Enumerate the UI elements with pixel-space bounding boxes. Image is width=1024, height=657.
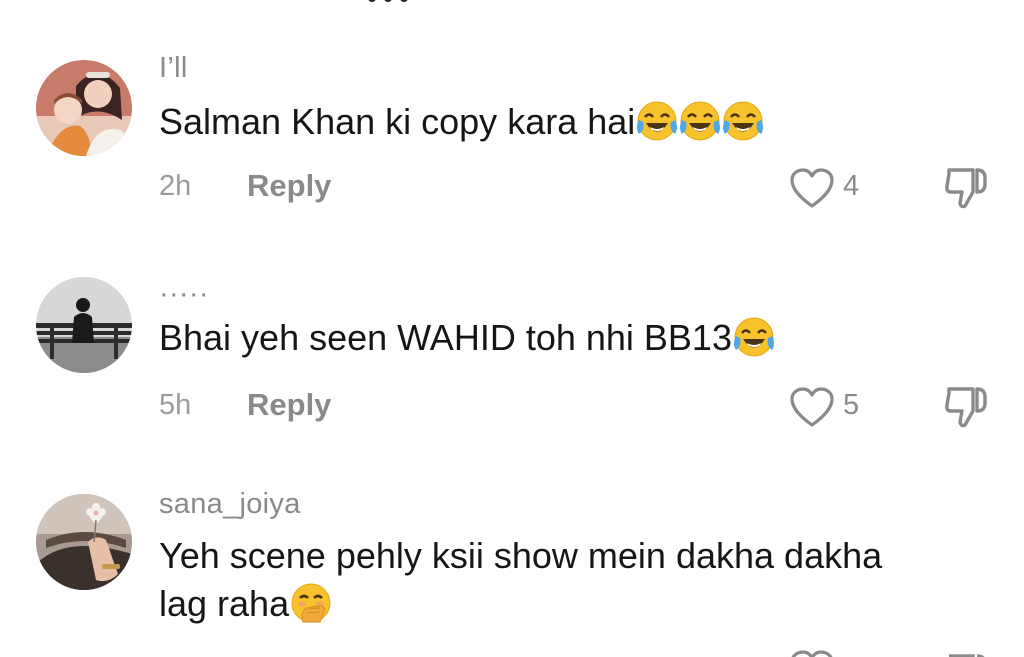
thumbs-down-outline-icon[interactable] [941,648,991,657]
heart-outline-icon[interactable] [788,166,836,210]
avatar[interactable] [36,60,132,156]
avatar[interactable] [36,494,132,590]
next-comment-actions [0,648,1024,657]
face-with-tears-of-joy-icon [680,101,721,141]
face-with-tears-of-joy-icon [637,101,678,141]
comment-text: Salman Khan ki copy kara hai [159,98,999,146]
comment-text-line: Yeh scene pehly ksii show mein dakha dak… [159,535,883,576]
face-with-tears-of-joy-icon [723,101,764,141]
heart-outline-icon[interactable] [788,385,836,429]
comment-timestamp: 5h [159,389,192,421]
previous-comment-fragment [364,0,424,4]
comment-text-content: Bhai yeh seen WAHID toh nhi BB13 [159,317,732,358]
avatar[interactable] [36,277,132,373]
comment-username[interactable]: I’ll [159,52,188,85]
thumbs-down-outline-icon[interactable] [941,162,991,212]
reply-button[interactable]: Reply [247,168,331,204]
comments-list: I’ll Salman Khan ki copy kara hai 2h Rep… [0,0,1024,657]
comment-timestamp: 2h [159,170,192,202]
comment-text-content: lag raha [159,583,290,624]
like-count: 5 [843,389,860,421]
comment-username[interactable]: sana_joiya [159,488,301,521]
comment-text: Yeh scene pehly ksii show mein dakha dak… [159,532,999,628]
comment-text-content: Salman Khan ki copy kara hai [159,101,636,142]
reply-button[interactable]: Reply [247,387,331,423]
like-count: 4 [843,170,860,202]
face-with-tears-of-joy-icon [733,317,774,357]
comment-text: Bhai yeh seen WAHID toh nhi BB13 [159,314,999,362]
heart-outline-icon[interactable] [788,648,836,657]
thumbs-down-outline-icon[interactable] [941,381,991,431]
comment-username[interactable]: ····· [159,278,209,311]
comment-text-line-wrap: lag raha [159,580,999,628]
face-with-hand-over-mouth-icon [291,583,331,623]
